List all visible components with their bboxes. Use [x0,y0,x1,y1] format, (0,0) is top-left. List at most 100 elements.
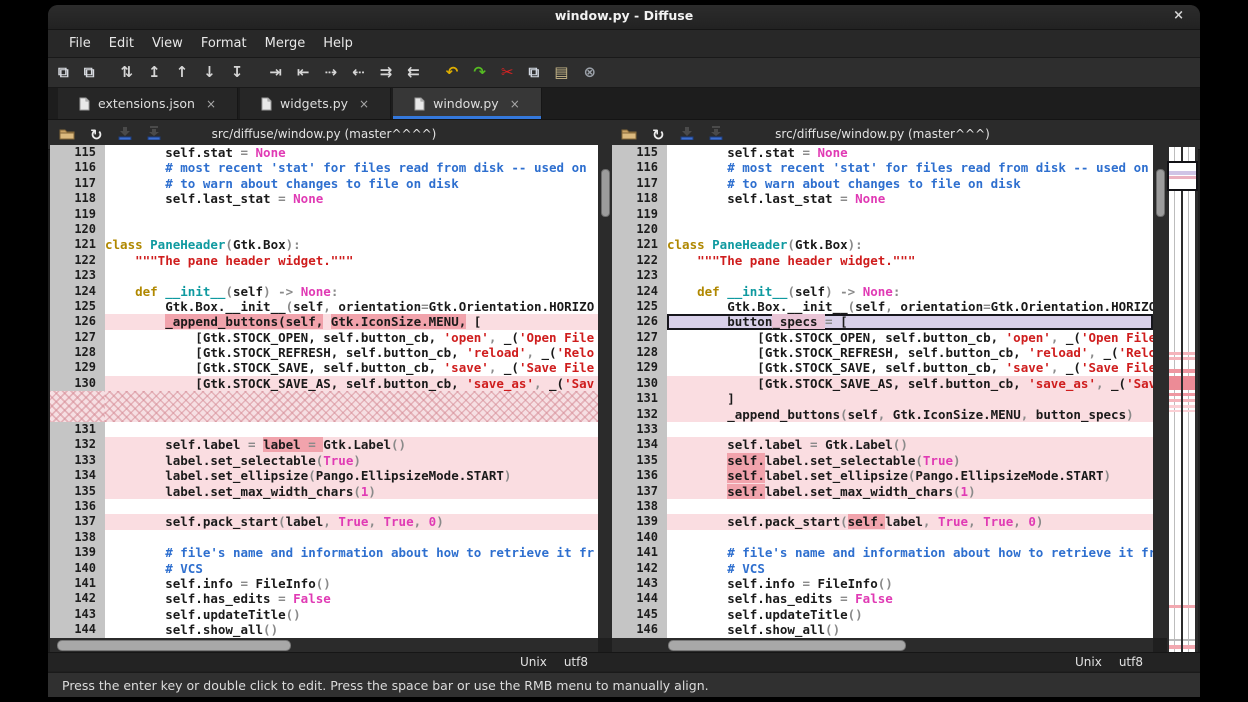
menu-item-edit[interactable]: Edit [100,31,143,57]
close-window-button[interactable]: × [1173,8,1184,23]
merge-from-left-then-right-icon[interactable]: ⇉ [380,65,393,80]
code-text[interactable]: class PaneHeader(Gtk.Box): [105,237,598,252]
clear-edits-icon[interactable]: ⊗ [583,65,596,80]
code-text[interactable]: ] [667,391,1153,406]
copy-icon[interactable]: ⧉ [529,65,540,80]
code-text[interactable]: # to warn about changes to file on disk [667,176,1153,191]
tab-widgets-py[interactable]: widgets.py× [240,88,391,119]
code-text[interactable]: [Gtk.STOCK_OPEN, self.button_cb, 'open',… [667,330,1153,345]
new-3way-file-merge-icon[interactable]: ⧉ [84,65,95,80]
code-text[interactable] [105,207,598,222]
overview-column-right[interactable] [1183,147,1195,659]
code-text[interactable]: [Gtk.STOCK_SAVE_AS, self.button_cb, 'sav… [105,376,598,391]
merge-from-right-then-left-icon[interactable]: ⇇ [407,65,420,80]
menu-item-help[interactable]: Help [314,31,362,57]
code-text[interactable] [667,422,1153,437]
last-difference-icon[interactable]: ↧ [231,65,244,80]
code-text[interactable]: # most recent 'stat' for files read from… [105,160,598,175]
code-text[interactable]: self.stat = None [105,145,598,160]
realign-all-icon[interactable]: ⇅ [120,65,133,80]
code-text[interactable] [105,268,598,283]
code-text[interactable]: [Gtk.STOCK_REFRESH, self.button_cb, 'rel… [667,345,1153,360]
cut-icon[interactable]: ✂ [501,65,514,80]
left-code-pane[interactable]: 115 self.stat = None116 # most recent 's… [50,145,598,638]
code-text[interactable]: """The pane header widget.""" [667,253,1153,268]
copy-right-into-selection-icon[interactable]: ⇠ [352,65,365,80]
previous-difference-icon[interactable]: ↑ [176,65,189,80]
code-text[interactable] [667,222,1153,237]
code-text[interactable]: self.show_all() [105,622,598,637]
code-text[interactable]: def __init__(self) -> None: [667,284,1153,299]
undo-icon[interactable]: ↶ [446,65,459,80]
menu-item-view[interactable]: View [143,31,192,57]
next-difference-icon[interactable]: ↓ [203,65,216,80]
code-text[interactable]: """The pane header widget.""" [105,253,598,268]
left-vertical-scrollbar[interactable] [598,145,612,638]
code-text[interactable]: _append_buttons(self, Gtk.IconSize.MENU,… [105,314,598,329]
right-vertical-scrollbar[interactable] [1153,145,1167,638]
code-text[interactable] [105,499,598,514]
menu-item-merge[interactable]: Merge [256,31,315,57]
tab-window-py[interactable]: window.py× [393,88,542,119]
code-text[interactable]: self.pack_start(self.label, True, True, … [667,514,1153,529]
copy-selection-right-icon[interactable]: ⇥ [269,65,282,80]
code-text[interactable]: self.show_all() [667,622,1153,637]
code-text[interactable]: self.last_stat = None [667,191,1153,206]
paste-icon[interactable]: ▤ [554,65,568,80]
code-text[interactable]: self.label.set_max_width_chars(1) [667,484,1153,499]
code-text[interactable]: # VCS [105,561,598,576]
code-text[interactable]: self.label = Gtk.Label() [667,437,1153,452]
code-text[interactable]: [Gtk.STOCK_OPEN, self.button_cb, 'open',… [105,330,598,345]
right-code-pane[interactable]: 115 self.stat = None116 # most recent 's… [612,145,1153,638]
code-text[interactable] [667,499,1153,514]
code-text[interactable]: self.pack_start(label, True, True, 0) [105,514,598,529]
code-text[interactable] [105,391,598,422]
tab-close-icon[interactable]: × [359,97,369,111]
code-text[interactable] [105,222,598,237]
code-text[interactable]: self.info = FileInfo() [667,576,1153,591]
code-text[interactable]: # file's name and information about how … [105,545,598,560]
left-vertical-scrollbar-thumb[interactable] [601,169,610,217]
diff-overview-map[interactable] [1167,147,1198,659]
title-bar[interactable]: window.py - Diffuse × [48,5,1200,30]
tab-extensions-json[interactable]: extensions.json× [58,88,238,119]
code-text[interactable]: def __init__(self) -> None: [105,284,598,299]
code-text[interactable]: Gtk.Box.__init__(self, orientation=Gtk.O… [667,299,1153,314]
code-text[interactable] [105,530,598,545]
code-text[interactable]: # file's name and information about how … [667,545,1153,560]
copy-selection-left-icon[interactable]: ⇤ [297,65,310,80]
code-text[interactable] [667,530,1153,545]
code-text[interactable]: label.set_selectable(True) [105,453,598,468]
code-text[interactable]: self.last_stat = None [105,191,598,206]
code-text[interactable]: self.label.set_ellipsize(Pango.Ellipsize… [667,468,1153,483]
code-text[interactable]: [Gtk.STOCK_SAVE, self.button_cb, 'save',… [105,360,598,375]
code-text[interactable]: label.set_ellipsize(Pango.EllipsizeMode.… [105,468,598,483]
new-2way-file-merge-icon[interactable]: ⧉ [58,65,69,80]
overview-column-left[interactable] [1169,147,1181,659]
first-difference-icon[interactable]: ↥ [148,65,161,80]
overview-viewport-indicator[interactable] [1167,161,1198,191]
tab-close-icon[interactable]: × [510,97,520,111]
right-vertical-scrollbar-thumb[interactable] [1156,169,1165,217]
code-text[interactable]: # to warn about changes to file on disk [105,176,598,191]
code-text[interactable]: self.updateTitle() [667,607,1153,622]
code-text[interactable]: _append_buttons(self, Gtk.IconSize.MENU,… [667,407,1153,422]
left-horizontal-scrollbar-thumb[interactable] [57,640,291,651]
code-text[interactable]: self.label = label = Gtk.Label() [105,437,598,452]
code-text[interactable]: self.label.set_selectable(True) [667,453,1153,468]
code-text[interactable]: class PaneHeader(Gtk.Box): [667,237,1153,252]
redo-icon[interactable]: ↷ [473,65,486,80]
code-text[interactable]: self.has_edits = False [105,591,598,606]
menu-item-format[interactable]: Format [192,31,256,57]
code-text[interactable]: [Gtk.STOCK_SAVE, self.button_cb, 'save',… [667,360,1153,375]
code-text[interactable]: self.info = FileInfo() [105,576,598,591]
code-text[interactable] [105,422,598,437]
code-text[interactable]: # most recent 'stat' for files read from… [667,160,1153,175]
copy-left-into-selection-icon[interactable]: ⇢ [324,65,337,80]
right-horizontal-scrollbar[interactable] [612,638,1153,652]
tab-close-icon[interactable]: × [206,97,216,111]
code-text[interactable]: Gtk.Box.__init__(self, orientation=Gtk.O… [105,299,598,314]
code-text[interactable]: self.has_edits = False [667,591,1153,606]
menu-item-file[interactable]: File [60,31,100,57]
code-text[interactable]: [Gtk.STOCK_REFRESH, self.button_cb, 'rel… [105,345,598,360]
